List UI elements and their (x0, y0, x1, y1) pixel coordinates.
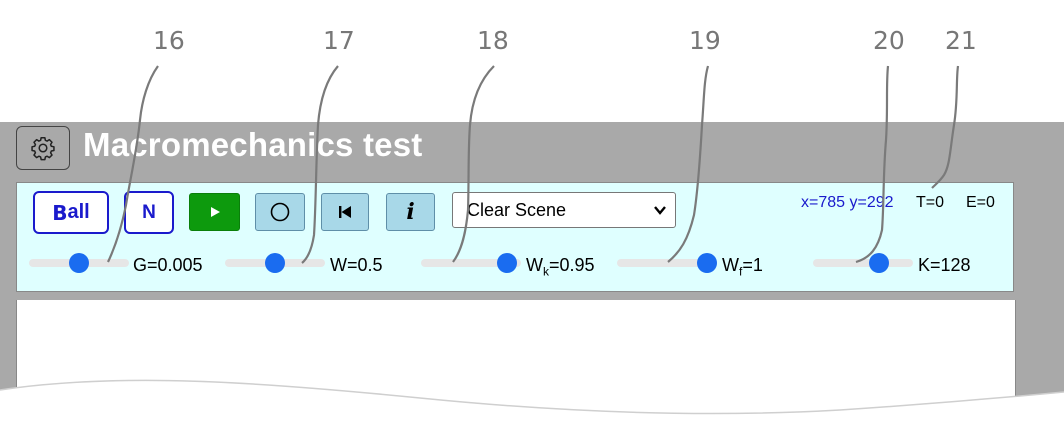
slider-wf[interactable] (617, 253, 717, 273)
slider-k-label: K=128 (918, 255, 971, 275)
skip-back-icon (339, 206, 351, 218)
scene-select-value: Clear Scene (467, 199, 567, 220)
callout-17: 17 (323, 26, 355, 55)
scene-select[interactable]: Clear Scene (452, 192, 676, 228)
info-button[interactable]: i (386, 193, 435, 231)
ball-label-rest: all (67, 201, 90, 223)
circle-button[interactable] (255, 193, 305, 231)
ball-button[interactable]: Ball (33, 191, 109, 234)
callout-20: 20 (873, 26, 905, 55)
gear-icon (31, 136, 55, 161)
chevron-down-icon (654, 206, 666, 215)
ball-label-initial: B (52, 200, 68, 225)
energy-readout: E=0 (966, 194, 995, 211)
slider-wk-label-main: W (526, 255, 543, 275)
slider-k-thumb[interactable] (869, 253, 889, 273)
slider-g[interactable] (29, 253, 129, 273)
coordinates-readout: x=785 y=292 (801, 194, 894, 211)
slider-g-thumb[interactable] (69, 253, 89, 273)
app-title: Macromechanics test (83, 126, 423, 163)
slider-wk-label: Wk=0.95 (526, 255, 595, 279)
slider-w-thumb[interactable] (265, 253, 285, 273)
n-button[interactable]: N (124, 191, 174, 234)
callout-18: 18 (477, 26, 509, 55)
slider-wf-label-value: =1 (742, 255, 763, 275)
reset-button[interactable] (321, 193, 369, 231)
slider-w[interactable] (225, 253, 325, 273)
slider-wf-label-main: W (722, 255, 739, 275)
callout-21: 21 (945, 26, 977, 55)
slider-wk-thumb[interactable] (497, 253, 517, 273)
callout-16: 16 (153, 26, 185, 55)
circle-icon (270, 202, 290, 222)
callout-19: 19 (689, 26, 721, 55)
play-icon (210, 207, 220, 217)
n-label: N (142, 201, 156, 223)
settings-button[interactable] (16, 126, 70, 170)
slider-g-label: G=0.005 (133, 255, 203, 275)
slider-w-label: W=0.5 (330, 255, 383, 275)
time-readout: T=0 (916, 194, 945, 211)
torn-edge (0, 379, 1064, 433)
info-label: i (406, 199, 415, 225)
toolbar: Ball N i Clear Scene x=785 y=292 T=0 E=0… (16, 182, 1014, 292)
slider-wf-thumb[interactable] (697, 253, 717, 273)
slider-k[interactable] (813, 253, 913, 273)
slider-wk[interactable] (421, 253, 521, 273)
slider-wf-label: Wf=1 (722, 255, 763, 279)
play-button[interactable] (189, 193, 240, 231)
slider-wk-label-value: =0.95 (549, 255, 595, 275)
